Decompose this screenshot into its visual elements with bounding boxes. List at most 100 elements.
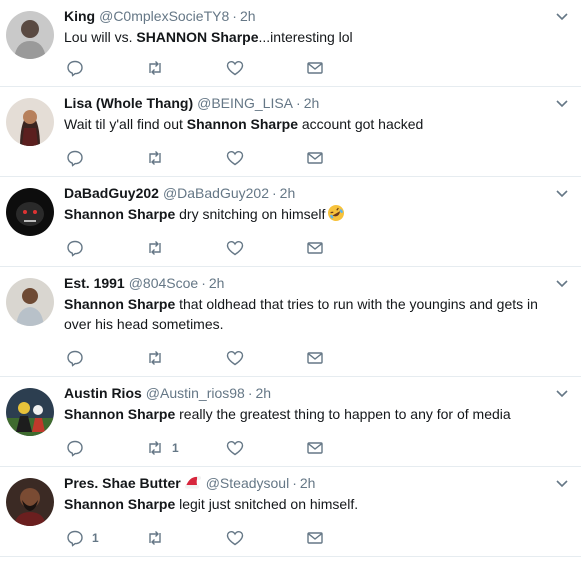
tweet[interactable]: Est. 1991 @804Scoe · 2h Shannon Sharpe that… (0, 267, 581, 377)
text-after: account got hacked (298, 116, 424, 132)
reply-button[interactable] (66, 148, 92, 168)
tweet[interactable]: Pres. Shae Butter @Steadysoul · 2h Shannon … (0, 467, 581, 557)
tweet-header: Lisa (Whole Thang) @BEING_LISA · 2h (64, 94, 319, 112)
envelope-icon (307, 532, 323, 544)
retweet-icon (149, 351, 161, 365)
direct-message-button[interactable] (306, 148, 324, 168)
chevron-down-icon[interactable] (555, 96, 569, 110)
timestamp[interactable]: 2h (256, 385, 272, 401)
tweet-header: King @C0mplexSocieTY8 · 2h (64, 7, 256, 25)
timestamp[interactable]: 2h (240, 8, 256, 24)
action-bar (64, 58, 354, 78)
retweet-button[interactable] (146, 348, 172, 368)
chevron-down-icon[interactable] (555, 9, 569, 23)
display-name[interactable]: Austin Rios (64, 385, 142, 401)
reply-icon (67, 440, 83, 457)
username[interactable]: @DaBadGuy202 (163, 185, 269, 201)
display-name[interactable]: King (64, 8, 95, 24)
timestamp[interactable]: 2h (304, 95, 320, 111)
tweet-text: Shannon Sharpe dry snitching on himself (64, 204, 564, 224)
separator: · (292, 475, 297, 491)
action-bar: 1 (64, 528, 354, 548)
reply-icon (67, 150, 83, 167)
rolling-on-floor-laughing-icon (328, 205, 345, 221)
action-bar: 1 (64, 438, 354, 458)
tweet-text: Shannon Sharpe that oldhead that tries t… (64, 294, 564, 334)
tweet[interactable]: King @C0mplexSocieTY8 · 2h Lou will vs. SHA… (0, 0, 581, 87)
timestamp[interactable]: 2h (300, 475, 316, 491)
tweet-header: Est. 1991 @804Scoe · 2h (64, 274, 224, 292)
display-name[interactable]: Est. 1991 (64, 275, 125, 291)
separator: · (201, 275, 206, 291)
reply-button[interactable]: 1 (66, 528, 99, 548)
retweet-button[interactable] (146, 238, 172, 258)
username[interactable]: @Steadysoul (206, 475, 289, 491)
avatar[interactable] (6, 478, 54, 526)
direct-message-button[interactable] (306, 528, 324, 548)
username[interactable]: @BEING_LISA (197, 95, 293, 111)
avatar[interactable] (6, 98, 54, 146)
avatar[interactable] (6, 188, 54, 236)
username[interactable]: @Austin_rios98 (146, 385, 245, 401)
like-button[interactable] (226, 238, 252, 258)
reply-button[interactable] (66, 58, 92, 78)
reply-button[interactable] (66, 238, 92, 258)
timestamp[interactable]: 2h (209, 275, 225, 291)
retweet-count: 1 (172, 441, 179, 455)
reply-icon (67, 350, 83, 367)
like-button[interactable] (226, 148, 252, 168)
retweet-button[interactable] (146, 148, 172, 168)
timestamp[interactable]: 2h (280, 185, 296, 201)
reply-button[interactable] (66, 348, 92, 368)
direct-message-button[interactable] (306, 238, 324, 258)
retweet-icon (149, 241, 161, 255)
like-button[interactable] (226, 438, 252, 458)
tweet-text: Shannon Sharpe really the greatest thing… (64, 404, 564, 424)
direct-message-button[interactable] (306, 58, 324, 78)
reply-count: 1 (92, 531, 99, 545)
chevron-down-icon[interactable] (555, 476, 569, 490)
direct-message-button[interactable] (306, 438, 324, 458)
heart-icon (226, 60, 244, 76)
retweet-icon (149, 531, 161, 545)
retweet-button[interactable] (146, 528, 172, 548)
reply-button[interactable] (66, 438, 92, 458)
retweet-button[interactable]: 1 (146, 438, 179, 458)
username[interactable]: @804Scoe (129, 275, 198, 291)
display-name[interactable]: DaBadGuy202 (64, 185, 159, 201)
envelope-icon (307, 242, 323, 254)
tweet[interactable]: DaBadGuy202 @DaBadGuy202 · 2h Shannon Sharp… (0, 177, 581, 267)
retweet-icon (149, 151, 161, 165)
username[interactable]: @C0mplexSocieTY8 (99, 8, 229, 24)
avatar[interactable] (6, 388, 54, 436)
text-before: Lou will vs. (64, 29, 137, 45)
heart-icon (226, 150, 244, 166)
action-bar (64, 148, 354, 168)
highlighted-name: SHANNON Sharpe (136, 29, 259, 45)
separator: · (296, 95, 301, 111)
reply-icon (67, 530, 83, 547)
tweet-text: Wait til y'all find out Shannon Sharpe a… (64, 114, 564, 134)
direct-message-button[interactable] (306, 348, 324, 368)
text-before: Wait til y'all find out (64, 116, 187, 132)
tweet[interactable]: Lisa (Whole Thang) @BEING_LISA · 2h Wait ti… (0, 87, 581, 177)
tweet-header: Pres. Shae Butter @Steadysoul · 2h (64, 474, 315, 492)
chevron-down-icon[interactable] (555, 276, 569, 290)
action-bar (64, 348, 354, 368)
highlighted-name: Shannon Sharpe (64, 496, 176, 512)
like-button[interactable] (226, 58, 252, 78)
retweet-button[interactable] (146, 58, 172, 78)
avatar[interactable] (6, 278, 54, 326)
display-name[interactable]: Pres. Shae Butter (64, 475, 181, 491)
avatar[interactable] (6, 11, 54, 59)
like-button[interactable] (226, 528, 252, 548)
chevron-down-icon[interactable] (555, 186, 569, 200)
envelope-icon (307, 442, 323, 454)
envelope-icon (307, 352, 323, 364)
display-name[interactable]: Lisa (Whole Thang) (64, 95, 193, 111)
tweet[interactable]: Austin Rios @Austin_rios98 · 2h Shannon Sha… (0, 377, 581, 467)
highlighted-name: Shannon Sharpe (64, 406, 176, 422)
retweet-icon (149, 61, 161, 75)
like-button[interactable] (226, 348, 252, 368)
chevron-down-icon[interactable] (555, 386, 569, 400)
